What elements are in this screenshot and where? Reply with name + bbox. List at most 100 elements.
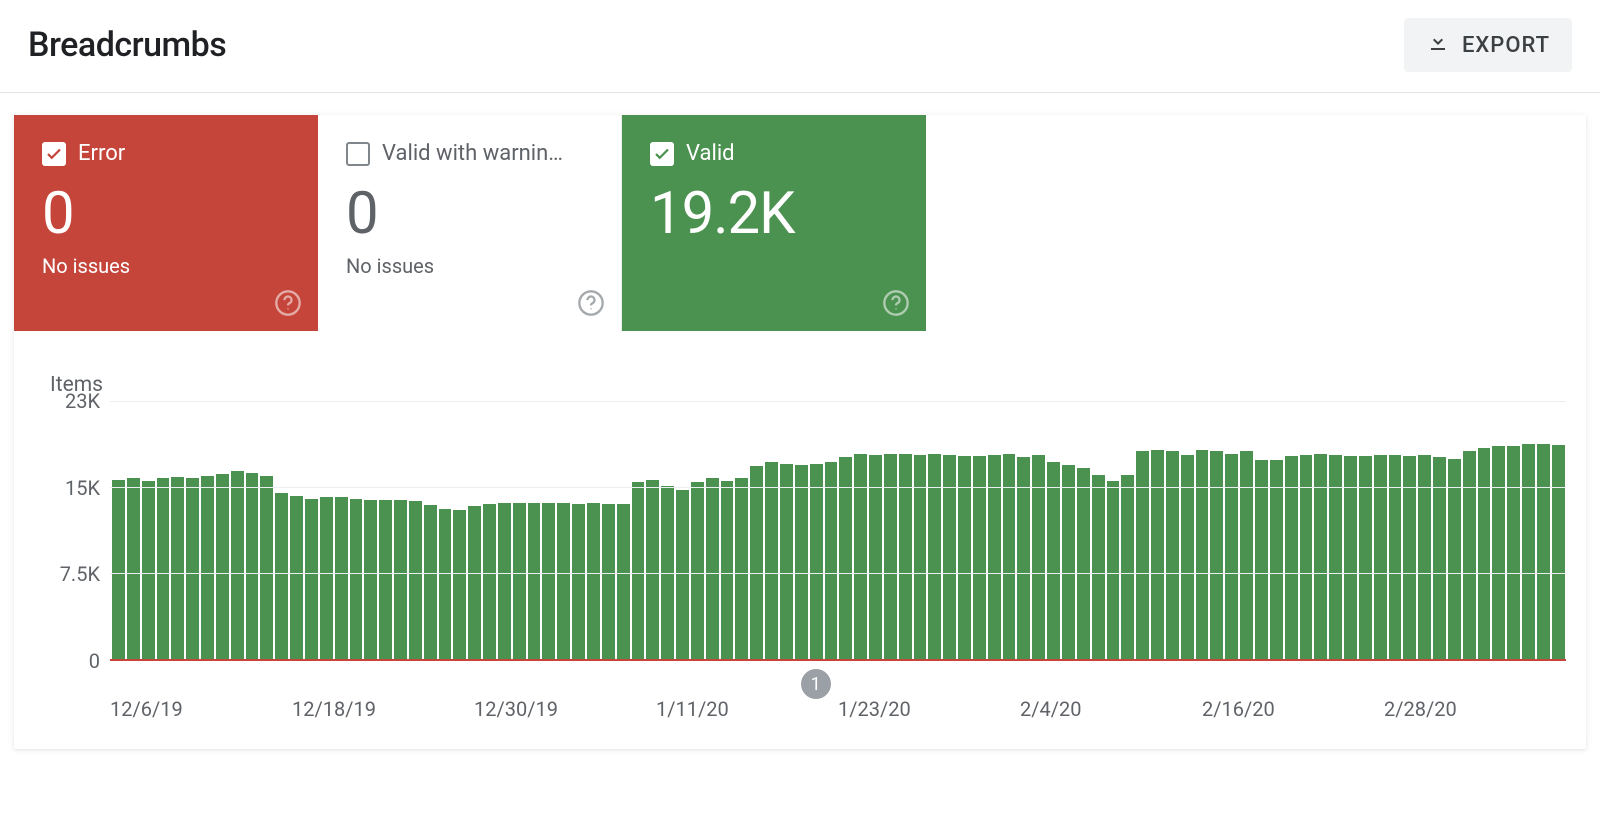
chart-bar (943, 455, 956, 659)
chart-bar (1196, 450, 1209, 659)
chart-bar (899, 454, 912, 659)
chart-bar (810, 464, 823, 659)
chart-bars (110, 401, 1566, 659)
chart-annotation-marker[interactable]: 1 (801, 669, 831, 699)
status-tile-error[interactable]: Error 0 No issues (14, 115, 318, 331)
chart-bar (1181, 455, 1194, 659)
chart-bar (780, 464, 793, 659)
chart-bar (1374, 455, 1387, 659)
status-tile-valid-value: 19.2K (650, 180, 898, 248)
chart-bar (305, 499, 318, 659)
chart-bar (572, 504, 585, 659)
status-tile-error-sub: No issues (42, 254, 290, 278)
chart-bar (157, 478, 170, 659)
chart-bar (706, 478, 719, 659)
chart-bar (1047, 462, 1060, 659)
help-icon[interactable] (882, 289, 910, 317)
chart-bar (1270, 460, 1283, 659)
breadcrumbs-report-card: Error 0 No issues Valid with warnin… 0 N… (14, 115, 1586, 749)
chart-bar (914, 455, 927, 659)
chart-bar (1166, 451, 1179, 659)
chart-bar (1077, 468, 1090, 659)
chart-bar (171, 477, 184, 659)
chart-bar (142, 481, 155, 659)
page-title: Breadcrumbs (28, 25, 226, 65)
chart-bar (1389, 455, 1402, 659)
chart-bar (1537, 444, 1550, 659)
chart-bar (112, 480, 125, 659)
status-tile-error-label: Error (78, 141, 125, 166)
chart-bar (364, 500, 377, 659)
chart-y-tick: 23K (65, 389, 100, 413)
chart-bar (1314, 454, 1327, 659)
chart-bar (1107, 481, 1120, 659)
download-icon (1426, 30, 1450, 60)
chart-bar (1329, 455, 1342, 659)
checkbox-unchecked-icon (346, 142, 370, 166)
chart-bar (1210, 451, 1223, 659)
chart-bar (1151, 450, 1164, 659)
chart-bar (988, 455, 1001, 659)
chart-bar (275, 493, 288, 659)
chart-bar (439, 509, 452, 659)
status-tile-warning-sub: No issues (346, 254, 593, 278)
chart-bar (1463, 451, 1476, 659)
chart-bar (320, 497, 333, 659)
chart-bar (542, 503, 555, 659)
chart-bar (1225, 454, 1238, 659)
status-tile-valid[interactable]: Valid 19.2K (622, 115, 926, 331)
chart-bar (1240, 451, 1253, 659)
chart-bar (379, 500, 392, 659)
help-icon[interactable] (577, 289, 605, 317)
chart-bar (1418, 455, 1431, 659)
export-label: EXPORT (1462, 33, 1550, 58)
chart-bar (691, 482, 704, 659)
chart-bar (335, 497, 348, 659)
chart-bar (290, 496, 303, 659)
chart-bar (1003, 454, 1016, 659)
chart-bar (795, 465, 808, 659)
chart-bar (854, 454, 867, 659)
checkbox-checked-icon (650, 142, 674, 166)
export-button[interactable]: EXPORT (1404, 18, 1572, 72)
chart-plot-area: 1 (110, 401, 1566, 661)
chart-bar (735, 478, 748, 659)
chart-bar (750, 466, 763, 659)
chart-x-tick: 12/6/19 (110, 697, 292, 721)
chart-x-tick: 2/4/20 (1020, 697, 1202, 721)
chart-x-axis: 12/6/1912/18/1912/30/191/11/201/23/202/4… (110, 697, 1566, 721)
chart-x-tick: 12/18/19 (292, 697, 474, 721)
chart-bar (260, 476, 273, 659)
chart-bar (765, 462, 778, 659)
chart-bar (394, 500, 407, 659)
chart-bar (483, 504, 496, 659)
chart-bar (557, 503, 570, 659)
chart-bar (186, 478, 199, 659)
chart-bar (869, 455, 882, 659)
chart-bar (617, 504, 630, 659)
chart-x-tick: 2/28/20 (1384, 697, 1566, 721)
chart-bar (632, 482, 645, 659)
chart-bar (1507, 446, 1520, 659)
checkbox-checked-icon (42, 142, 66, 166)
chart-bar (453, 510, 466, 659)
chart-bar (1255, 460, 1268, 659)
chart-bar (602, 504, 615, 659)
help-icon[interactable] (274, 289, 302, 317)
chart-x-tick: 12/30/19 (474, 697, 656, 721)
chart-y-tick: 0 (89, 649, 100, 673)
status-tile-warning[interactable]: Valid with warnin… 0 No issues (318, 115, 622, 331)
chart-bar (1522, 444, 1535, 659)
chart-gridline (110, 487, 1566, 488)
chart-bar (1478, 448, 1491, 659)
chart-bar (127, 478, 140, 659)
chart-gridline (110, 401, 1566, 402)
chart-bar (1552, 445, 1565, 659)
chart-bar (646, 480, 659, 659)
status-tile-valid-label: Valid (686, 141, 735, 166)
chart-bar (676, 490, 689, 659)
chart-y-tick: 15K (65, 476, 100, 500)
items-chart: Items 23K15K7.5K0 1 12/6/1912/18/1912/30… (14, 331, 1586, 749)
chart-bar (587, 503, 600, 659)
chart-bar (884, 454, 897, 659)
